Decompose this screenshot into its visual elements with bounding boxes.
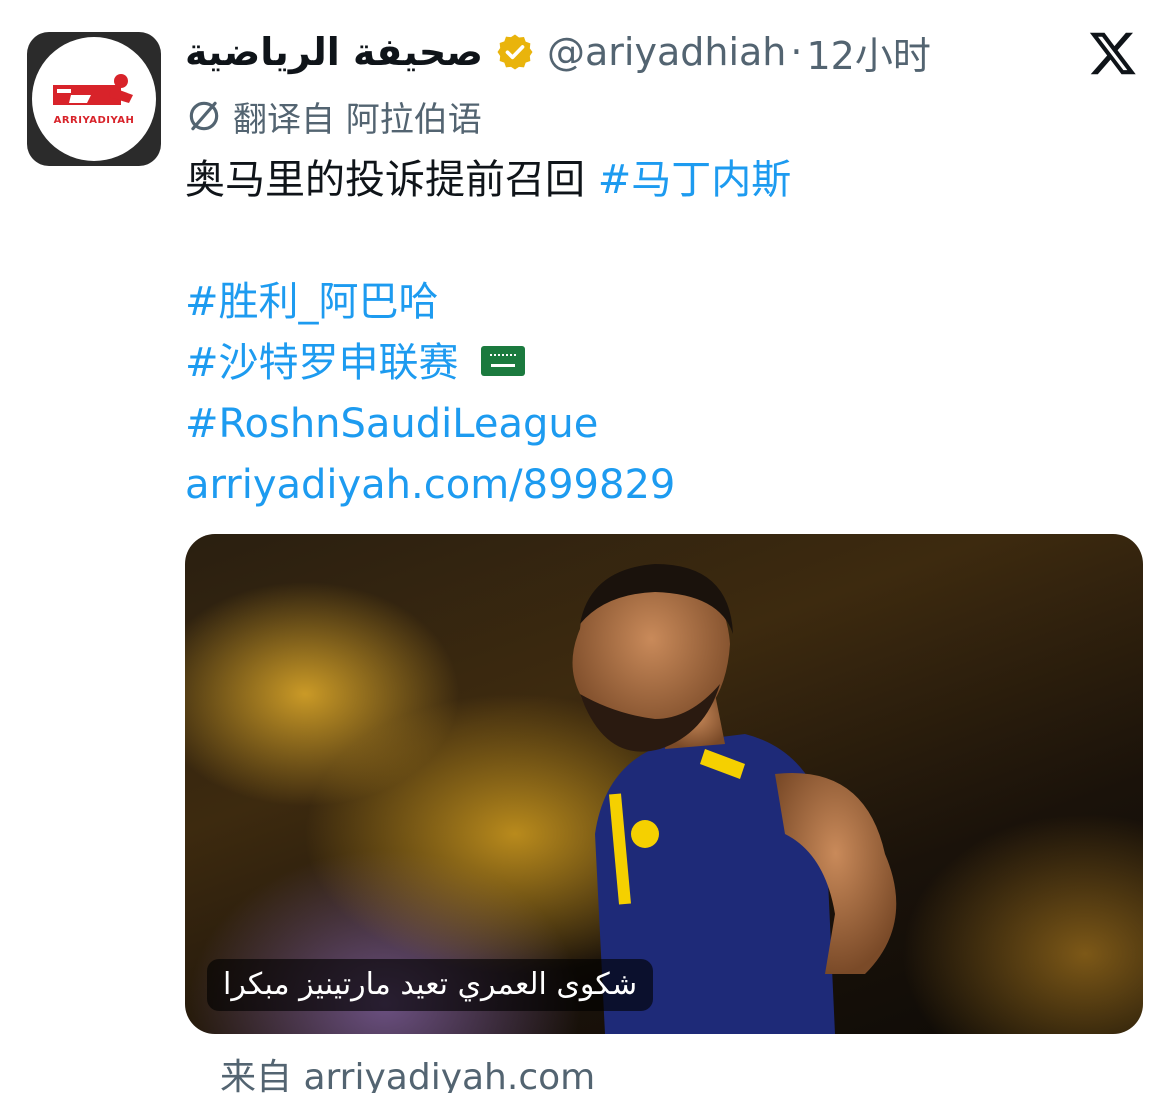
link-card[interactable]: شكوى العمري تعيد مارتينيز مبكرا	[185, 534, 1143, 1034]
tweet-text: 奥马里的投诉提前召回 #马丁内斯 #胜利_阿巴哈 #沙特罗申联赛 #RoshnS…	[185, 150, 791, 516]
avatar-logo: ARRIYADIYAH	[32, 37, 156, 161]
tweet-header: صحيفة الرياضية @ariyadhiah · 12小时	[185, 22, 931, 82]
hashtag-roshn-saudi-league[interactable]: #RoshnSaudiLeague	[185, 401, 598, 447]
hashtag-saudi-league-cn[interactable]: #沙特罗申联赛	[185, 340, 459, 386]
hashtag-martinez[interactable]: #马丁内斯	[598, 157, 792, 203]
x-logo-icon[interactable]	[1088, 28, 1138, 78]
hashtag-victory-abha[interactable]: #胜利_阿巴哈	[185, 279, 439, 325]
translation-label: 翻译自 阿拉伯语	[233, 99, 482, 140]
timestamp[interactable]: 12小时	[806, 25, 930, 80]
article-link[interactable]: arriyadiyah.com/899829	[185, 462, 675, 508]
translation-notice[interactable]: 翻译自 阿拉伯语	[185, 92, 482, 140]
card-source[interactable]: 来自 arriyadiyah.com	[220, 1048, 595, 1093]
tweet-main-text: 奥马里的投诉提前召回	[185, 157, 585, 203]
card-caption: شكوى العمري تعيد مارتينيز مبكرا	[207, 959, 654, 1011]
author-handle[interactable]: @ariyadhiah	[547, 30, 786, 74]
logo-text: ARRIYADIYAH	[53, 114, 135, 126]
separator-dot: ·	[790, 30, 803, 74]
saudi-flag-icon	[481, 346, 526, 376]
runner-logo-icon	[53, 73, 133, 105]
tweet-card[interactable]: ARRIYADIYAH صحيفة الرياضية @ariyadhiah ·…	[0, 0, 1170, 1093]
verified-badge-icon[interactable]	[495, 32, 535, 72]
display-name[interactable]: صحيفة الرياضية	[185, 30, 483, 74]
avatar[interactable]: ARRIYADIYAH	[27, 32, 161, 166]
translate-globe-icon	[189, 101, 219, 131]
